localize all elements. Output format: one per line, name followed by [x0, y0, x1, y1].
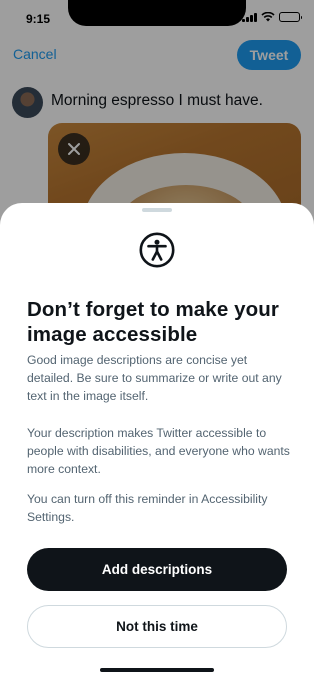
add-descriptions-button[interactable]: Add descriptions — [27, 548, 287, 591]
accessibility-icon — [139, 232, 175, 268]
not-this-time-button[interactable]: Not this time — [27, 605, 287, 648]
accessibility-benefit-paragraph: Your description makes Twitter accessibl… — [27, 426, 290, 476]
turn-off-reminder-paragraph: You can turn off this reminder in Access… — [27, 492, 268, 524]
description-tip-paragraph: Good image descriptions are concise yet … — [27, 353, 282, 403]
home-indicator[interactable] — [100, 668, 214, 672]
accessibility-reminder-sheet: Don’t forget to make your image accessib… — [0, 203, 314, 680]
sheet-grabber-handle[interactable] — [142, 208, 172, 212]
phone-screen: 9:15 Cancel Tweet Morning espresso I mus… — [0, 0, 314, 680]
sheet-title: Don’t forget to make your image accessib… — [27, 298, 279, 346]
